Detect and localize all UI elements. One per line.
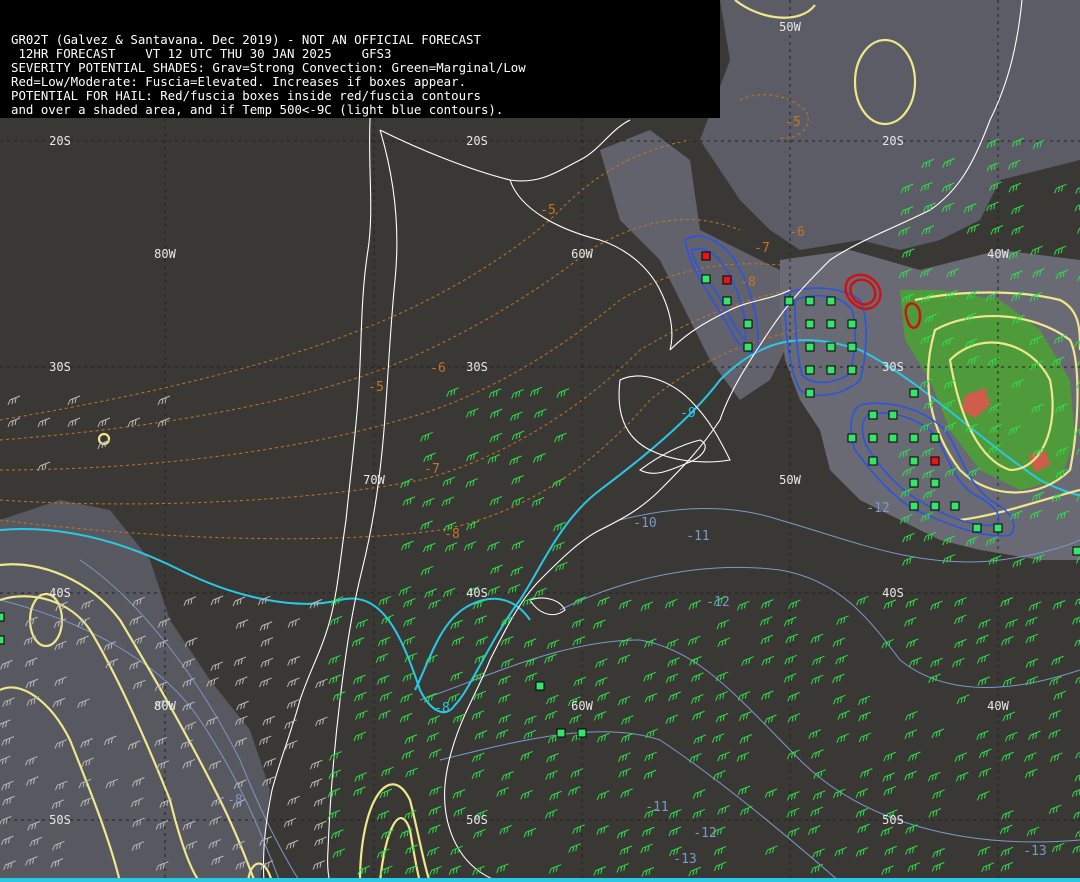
grid-label: 50W bbox=[779, 473, 801, 487]
severity-box-green bbox=[577, 728, 587, 738]
severity-box-green bbox=[847, 319, 857, 329]
severity-box-green bbox=[826, 342, 836, 352]
severity-box-green bbox=[868, 410, 878, 420]
temp-label: -8 bbox=[227, 793, 243, 808]
severity-box-green bbox=[888, 433, 898, 443]
severity-box-green bbox=[805, 365, 815, 375]
temp-label: -13 bbox=[1023, 844, 1046, 859]
severity-box-green bbox=[909, 433, 919, 443]
severity-box-green bbox=[972, 523, 982, 533]
severity-box-green bbox=[950, 501, 960, 511]
header-line-3: SEVERITY POTENTIAL SHADES: Grav=Strong C… bbox=[11, 60, 526, 75]
grid-label: 20S bbox=[49, 134, 71, 148]
severity-box-green bbox=[805, 319, 815, 329]
severity-box-green bbox=[909, 501, 919, 511]
temp-label: -8 bbox=[740, 275, 756, 290]
severity-box-green bbox=[826, 365, 836, 375]
temp-label: -11 bbox=[645, 800, 668, 815]
severity-box-green bbox=[535, 681, 545, 691]
header-line-6: and over a shaded area, and if Temp 500<… bbox=[11, 102, 504, 117]
forecast-header: GR02T (Galvez & Santavana. Dec 2019) - N… bbox=[0, 0, 720, 118]
grid-label: 40W bbox=[987, 699, 1009, 713]
severity-box-green bbox=[930, 478, 940, 488]
bottom-border bbox=[0, 878, 1080, 882]
grid-label: 50W bbox=[779, 20, 801, 34]
severity-box-green bbox=[868, 456, 878, 466]
header-line-1: GR02T (Galvez & Santavana. Dec 2019) - N… bbox=[11, 32, 481, 47]
severity-box-green bbox=[930, 433, 940, 443]
grid-label: 20S bbox=[882, 134, 904, 148]
severity-box-green bbox=[0, 635, 5, 645]
grid-label: 70W bbox=[363, 473, 385, 487]
grid-label: 60W bbox=[571, 247, 593, 261]
severity-box-green bbox=[743, 319, 753, 329]
severity-box-green bbox=[743, 342, 753, 352]
grid-label: 50S bbox=[49, 813, 71, 827]
severity-box-green bbox=[868, 433, 878, 443]
grid-label: 40S bbox=[466, 586, 488, 600]
severity-box-green bbox=[1072, 546, 1080, 556]
severity-box-green bbox=[805, 296, 815, 306]
severity-box-green bbox=[909, 478, 919, 488]
severity-box-green bbox=[784, 296, 794, 306]
severity-box-green bbox=[993, 523, 1003, 533]
temp-label: -8 bbox=[434, 701, 450, 716]
severity-box-green bbox=[847, 342, 857, 352]
temp-label: -12 bbox=[866, 501, 889, 516]
temp-label: -10 bbox=[633, 516, 656, 531]
temp-label: -7 bbox=[754, 241, 770, 256]
severity-box-green bbox=[701, 274, 711, 284]
grid-label: 20S bbox=[466, 134, 488, 148]
header-line-2: 12HR FORECAST VT 12 UTC THU 30 JAN 2025 … bbox=[11, 46, 392, 61]
severity-box-green bbox=[888, 410, 898, 420]
severity-box-green bbox=[826, 319, 836, 329]
temp-label: -8 bbox=[444, 527, 460, 542]
temp-label: -5 bbox=[540, 203, 556, 218]
severity-box-green bbox=[722, 296, 732, 306]
temp-label: -5 bbox=[785, 115, 801, 130]
temp-label: -7 bbox=[424, 462, 440, 477]
severity-box-green bbox=[847, 433, 857, 443]
grid-label: 50S bbox=[882, 813, 904, 827]
temp-label: -5 bbox=[368, 380, 384, 395]
severity-box-green bbox=[805, 342, 815, 352]
severity-box-red bbox=[701, 251, 711, 261]
temp-label: -13 bbox=[673, 852, 696, 867]
temp-label: -11 bbox=[686, 529, 709, 544]
severity-box-green bbox=[909, 388, 919, 398]
grid-label: 40W bbox=[987, 247, 1009, 261]
severity-box-green bbox=[930, 501, 940, 511]
severity-box-green bbox=[805, 388, 815, 398]
grid-label: 40S bbox=[882, 586, 904, 600]
grid-label: 30S bbox=[466, 360, 488, 374]
grid-label: 30S bbox=[49, 360, 71, 374]
temp-label: -12 bbox=[706, 595, 729, 610]
grid-label: 30S bbox=[882, 360, 904, 374]
header-line-4: Red=Low/Moderate: Fuscia=Elevated. Incre… bbox=[11, 74, 467, 89]
severity-box-green bbox=[826, 296, 836, 306]
temp-label: -6 bbox=[430, 361, 446, 376]
temp-label: -6 bbox=[789, 225, 805, 240]
header-line-5: POTENTIAL FOR HAIL: Red/fuscia boxes ins… bbox=[11, 88, 481, 103]
weather-map: 20S 20S 20S 80W 60W 40W 30S 30S 30S 70W 50W 40S 40S 4… bbox=[0, 0, 1080, 882]
severity-box-green bbox=[0, 612, 5, 622]
severity-box-green bbox=[909, 456, 919, 466]
temp-label: -12 bbox=[693, 826, 716, 841]
severity-box-green bbox=[556, 728, 566, 738]
grid-label: 80W bbox=[154, 699, 176, 713]
severity-box-red bbox=[722, 275, 732, 285]
severity-box-red bbox=[930, 456, 940, 466]
grid-label: 80W bbox=[154, 247, 176, 261]
temp-label: -9 bbox=[680, 406, 696, 421]
grid-label: 60W bbox=[571, 699, 593, 713]
grid-label: 50S bbox=[466, 813, 488, 827]
severity-box-green bbox=[847, 365, 857, 375]
grid-label: 40S bbox=[49, 586, 71, 600]
